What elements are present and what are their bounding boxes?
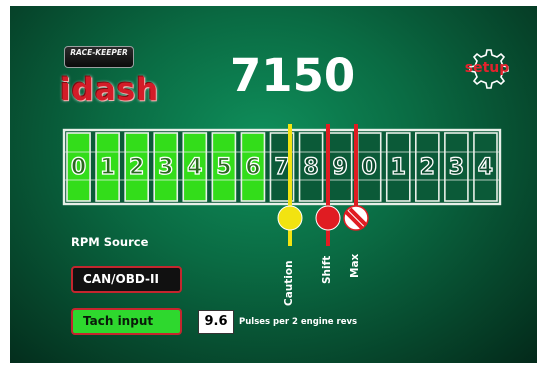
tach-input-button[interactable]: Tach input	[71, 308, 182, 335]
shift-marker-label: Shift	[321, 255, 333, 284]
tach-tick-label: 0	[71, 155, 86, 180]
tach-tick-label: 4	[478, 155, 493, 180]
tach-tick-label: 6	[245, 155, 260, 180]
tach-tick-label: 4	[187, 155, 202, 180]
tach-tick-label: 2	[129, 155, 144, 180]
tach-tick-label: 3	[158, 155, 173, 180]
shift-marker-knob	[315, 205, 341, 231]
dash-screen: RACE-KEEPER idash 7150 setup 01234567890…	[10, 6, 537, 363]
tach-tick-label: 1	[100, 155, 115, 180]
tach-tick-label: 3	[449, 155, 464, 180]
tach-tick-label: 5	[216, 155, 231, 180]
pulses-description: Pulses per 2 engine revs	[239, 317, 358, 327]
rpm-source-heading: RPM Source	[71, 235, 149, 249]
tach-tick-label: 2	[420, 155, 435, 180]
max-marker-label: Max	[349, 253, 361, 278]
tach-tick-label: 7	[274, 155, 289, 180]
tach-tick-label: 9	[332, 155, 347, 180]
tach-tick-label: 8	[303, 155, 318, 180]
can-obd-button[interactable]: CAN/OBD-II	[71, 266, 182, 293]
caution-marker-label: Caution	[283, 260, 295, 306]
tach-tick-label: 1	[391, 155, 406, 180]
max-marker-knob	[343, 205, 369, 231]
tach-tick-label: 0	[362, 155, 377, 180]
pulses-input[interactable]: 9.6	[198, 310, 234, 334]
caution-marker-knob	[277, 205, 303, 231]
